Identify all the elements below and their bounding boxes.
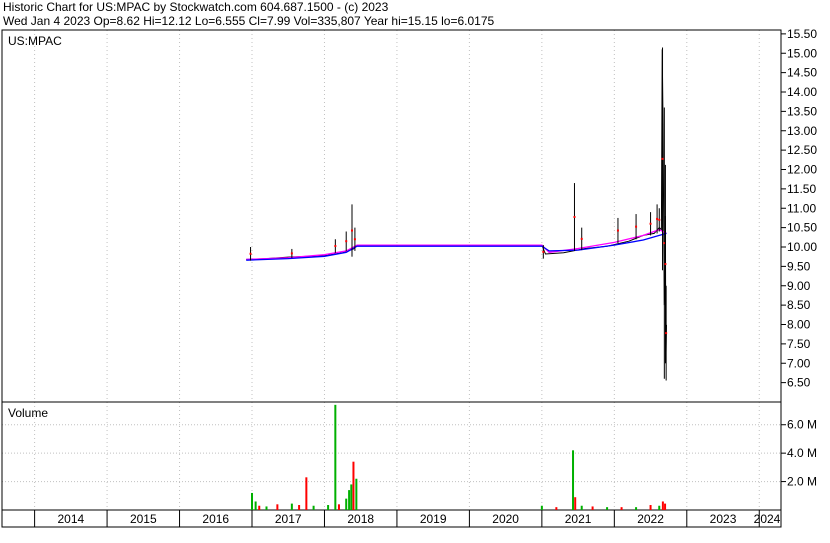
volume-bar [555, 507, 558, 510]
close-tick [664, 263, 667, 266]
volume-bar [580, 505, 583, 510]
price-tick-label: 14.00 [787, 85, 817, 99]
price-tick-label: 6.50 [787, 376, 811, 390]
volume-bar [664, 503, 667, 510]
volume-bar [352, 461, 355, 510]
symbol-label: US:MPAC [8, 34, 62, 48]
volume-bar [620, 507, 623, 510]
year-label: 2024 [754, 512, 781, 526]
volume-tick-label: 2.0 M [787, 475, 817, 489]
volume-bar [337, 504, 340, 510]
volume-bar [574, 497, 577, 510]
volume-bar [290, 503, 293, 510]
year-label: 2017 [275, 512, 302, 526]
x-axis-strip [1, 509, 782, 528]
close-tick [580, 237, 583, 240]
close-tick [334, 245, 337, 248]
volume-bar [312, 505, 315, 510]
volume-bar [572, 450, 575, 510]
volume-bar [350, 484, 353, 510]
price-axis: 15.50 15.00 14.50 14.00 13.50 13.00 12.50 12.00… [781, 27, 817, 390]
close-tick [353, 238, 356, 241]
volume-bar [254, 501, 257, 510]
volume-bar [327, 505, 330, 510]
volume-tick-label: 6.0 M [787, 418, 817, 432]
volume-bar [635, 507, 638, 510]
close-tick [649, 222, 652, 225]
volume-bar [265, 506, 268, 510]
close-tick [573, 215, 576, 218]
year-label: 2022 [637, 512, 664, 526]
volume-title: Volume [8, 406, 48, 420]
price-tick-label: 15.50 [787, 27, 817, 41]
volume-bar [251, 492, 254, 510]
close-tick [658, 218, 661, 221]
year-label: 2016 [202, 512, 229, 526]
price-tick-label: 10.50 [787, 221, 817, 235]
year-label: 2014 [57, 512, 84, 526]
volume-axis: 6.0 M 4.0 M 2.0 M [781, 418, 817, 489]
price-tick-label: 12.50 [787, 143, 817, 157]
price-tick-label: 13.00 [787, 124, 817, 138]
volume-bar [591, 506, 594, 510]
close-tick [542, 250, 545, 253]
volume-bars [251, 404, 667, 510]
series-ma_fast [246, 228, 667, 261]
year-label: 2019 [420, 512, 447, 526]
year-label: 2018 [347, 512, 374, 526]
volume-bar [355, 478, 358, 510]
volume-bar [305, 477, 308, 510]
close-tick [351, 229, 354, 232]
year-label: 2021 [565, 512, 592, 526]
price-tick-label: 11.50 [787, 182, 816, 196]
price-series [246, 47, 668, 381]
volume-bar [661, 501, 664, 510]
volume-bar [649, 505, 652, 510]
price-tick-label: 11.00 [787, 201, 816, 215]
close-tick [661, 157, 664, 160]
volume-bar [276, 504, 279, 510]
price-tick-label: 13.50 [787, 104, 817, 118]
price-tick-label: 14.50 [787, 66, 817, 80]
volume-bar [540, 505, 543, 510]
volume-bar [345, 498, 348, 510]
price-tick-label: 9.50 [787, 259, 811, 273]
volume-panel [1, 401, 782, 511]
year-label: 2015 [130, 512, 157, 526]
price-tick-label: 8.00 [787, 318, 811, 332]
price-tick-label: 12.00 [787, 163, 817, 177]
price-tick-label: 9.00 [787, 279, 811, 293]
price-tick-label: 10.00 [787, 240, 817, 254]
close-tick [665, 332, 668, 335]
close-tick [616, 229, 619, 232]
volume-bar [334, 404, 337, 510]
price-tick-label: 15.00 [787, 46, 817, 60]
volume-bar [348, 490, 351, 510]
volume-bar [606, 507, 609, 510]
year-label: 2020 [492, 512, 519, 526]
price-tick-label: 7.50 [787, 337, 811, 351]
price-tick-label: 7.00 [787, 356, 811, 370]
series-close [246, 49, 667, 364]
year-label: 2023 [710, 512, 737, 526]
close-tick [290, 252, 293, 255]
volume-bar [258, 505, 261, 510]
close-tick [635, 225, 638, 228]
time-axis: 2014 2015 2016 2017 2018 2019 2020 2021 2022 2023… [34, 510, 781, 527]
volume-tick-label: 4.0 M [787, 446, 817, 460]
price-tick-label: 8.50 [787, 298, 811, 312]
volume-bar [298, 505, 301, 510]
volume-bar [658, 505, 661, 510]
close-tick [345, 240, 348, 243]
close-tick [656, 217, 659, 220]
close-tick [249, 252, 252, 255]
stock-chart: US:MPAC Volume 15.50 15.00 14.50 14.00 13.50… [1, 27, 817, 528]
